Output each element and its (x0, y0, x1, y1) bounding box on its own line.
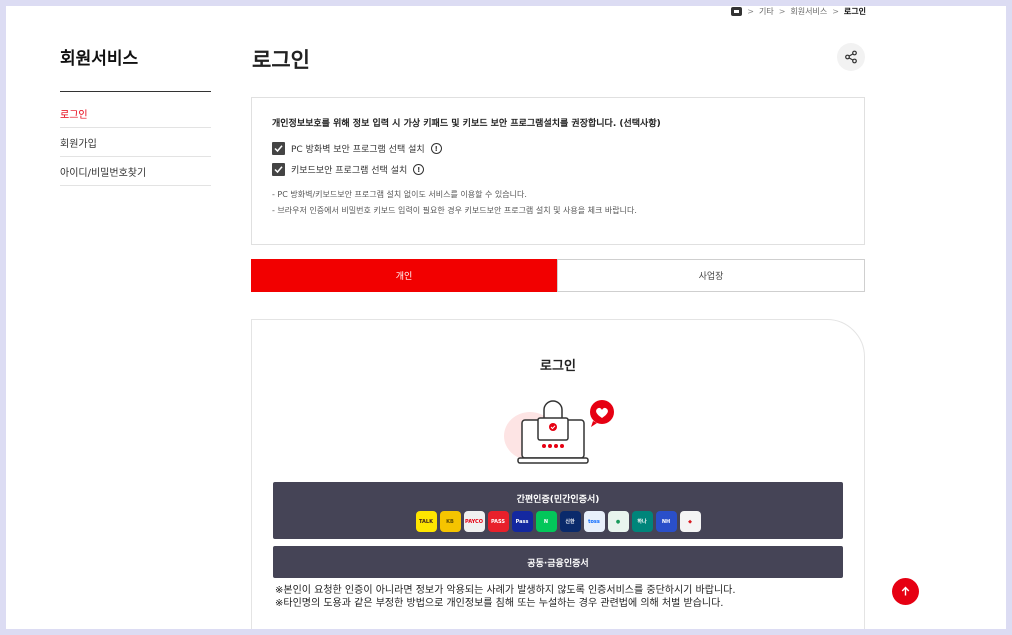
shinhan-icon[interactable]: 신한 (559, 511, 581, 532)
breadcrumb-current: 로그인 (843, 6, 866, 16)
sidebar-title: 회원서비스 (60, 49, 139, 69)
tab-business[interactable]: 사업장 (557, 259, 865, 292)
firewall-option: PC 방화벽 보안 프로그램 선택 설치 ! (272, 139, 844, 158)
info-icon[interactable]: ! (413, 164, 425, 175)
samsung-pass-icon[interactable]: Pass (511, 511, 533, 532)
keyboard-option-label: 키보드보안 프로그램 선택 설치 (291, 166, 408, 176)
page: > 기타 > 회원서비스 > 로그인 회원서비스 로그인 회원가입 아이디/비밀… (6, 6, 1006, 629)
bank-green-icon[interactable]: ● (607, 511, 629, 532)
toss-icon[interactable]: toss (583, 511, 605, 532)
security-note: - 브라우저 인증에서 비밀번호 키보드 입력이 필요한 경우 키보드보안 프로… (272, 206, 637, 215)
security-notes: - PC 방화벽/키보드보안 프로그램 설치 없이도 서비스를 이용할 수 있습… (272, 187, 844, 219)
user-type-tabs: 개인 사업장 (251, 259, 865, 292)
breadcrumb-item[interactable]: 기타 (759, 6, 774, 17)
hana-icon[interactable]: 하나 (631, 511, 653, 532)
pass-icon[interactable]: PASS (487, 511, 509, 532)
warning-text: ※타인명의 도용과 같은 부정한 방법으로 개인정보를 침해 또는 누설하는 경… (275, 598, 724, 609)
sidebar-menu: 로그인 회원가입 아이디/비밀번호찾기 (60, 99, 211, 186)
page-title: 로그인 (252, 48, 310, 72)
firewall-checkbox[interactable] (272, 142, 285, 155)
login-title: 로그인 (540, 359, 576, 374)
chevron-right-icon: > (747, 6, 754, 16)
naver-icon[interactable]: N (535, 511, 557, 532)
firewall-option-label: PC 방화벽 보안 프로그램 선택 설치 (291, 145, 425, 155)
laptop-lock-illustration-icon (504, 400, 614, 464)
certificate-login-button[interactable]: 공동·금융인증서 (273, 546, 843, 578)
provider-icons: TALK KB PAYCO PASS Pass N 신한 toss ● 하나 NH ◆ (273, 511, 843, 532)
share-icon (845, 50, 857, 64)
sidebar-item-login[interactable]: 로그인 (60, 99, 211, 128)
chevron-right-icon: > (832, 6, 839, 16)
share-button[interactable] (837, 43, 865, 71)
arrow-up-icon (901, 586, 910, 596)
payco-icon[interactable]: PAYCO (463, 511, 485, 532)
login-warnings: ※본인이 요청한 인증이 아니라면 정보가 악용되는 사례가 발생하지 않도록 … (275, 584, 736, 610)
simple-auth-button[interactable]: 간편인증(민간인증서) TALK KB PAYCO PASS Pass N 신한 toss ● 하… (273, 482, 843, 539)
warning-text: ※본인이 요청한 인증이 아니라면 정보가 악용되는 사례가 발생하지 않도록 … (275, 585, 736, 596)
checkmark-icon (274, 145, 283, 153)
sidebar-item-signup[interactable]: 회원가입 (60, 128, 211, 157)
banksalad-icon[interactable]: ◆ (679, 511, 701, 532)
info-icon[interactable]: ! (430, 143, 442, 154)
keyboard-option: 키보드보안 프로그램 선택 설치 ! (272, 160, 844, 179)
kb-icon[interactable]: KB (439, 511, 461, 532)
tab-personal[interactable]: 개인 (251, 259, 557, 292)
sidebar-divider (60, 91, 211, 92)
breadcrumb-item[interactable]: 회원서비스 (790, 6, 827, 17)
simple-auth-label: 간편인증(민간인증서) (516, 495, 600, 505)
login-card: 로그인 간편인증(민간인증서) TALK KB PAYCO PASS Pass N 신한 to… (251, 319, 865, 629)
security-headline: 개인정보보호를 위해 정보 입력 시 가상 키패드 및 키보드 보안 프로그램설… (272, 119, 661, 129)
chevron-right-icon: > (778, 6, 786, 16)
security-program-box: 개인정보보호를 위해 정보 입력 시 가상 키패드 및 키보드 보안 프로그램설… (251, 97, 865, 245)
sidebar-item-find-account[interactable]: 아이디/비밀번호찾기 (60, 157, 211, 186)
breadcrumb: > 기타 > 회원서비스 > 로그인 (731, 6, 866, 16)
nh-icon[interactable]: NH (655, 511, 677, 532)
home-icon[interactable] (731, 6, 743, 16)
checkmark-icon (274, 166, 283, 174)
scroll-top-button[interactable] (892, 578, 919, 605)
keyboard-checkbox[interactable] (272, 163, 285, 176)
kakao-icon[interactable]: TALK (415, 511, 437, 532)
security-note: - PC 방화벽/키보드보안 프로그램 설치 없이도 서비스를 이용할 수 있습… (272, 190, 527, 199)
